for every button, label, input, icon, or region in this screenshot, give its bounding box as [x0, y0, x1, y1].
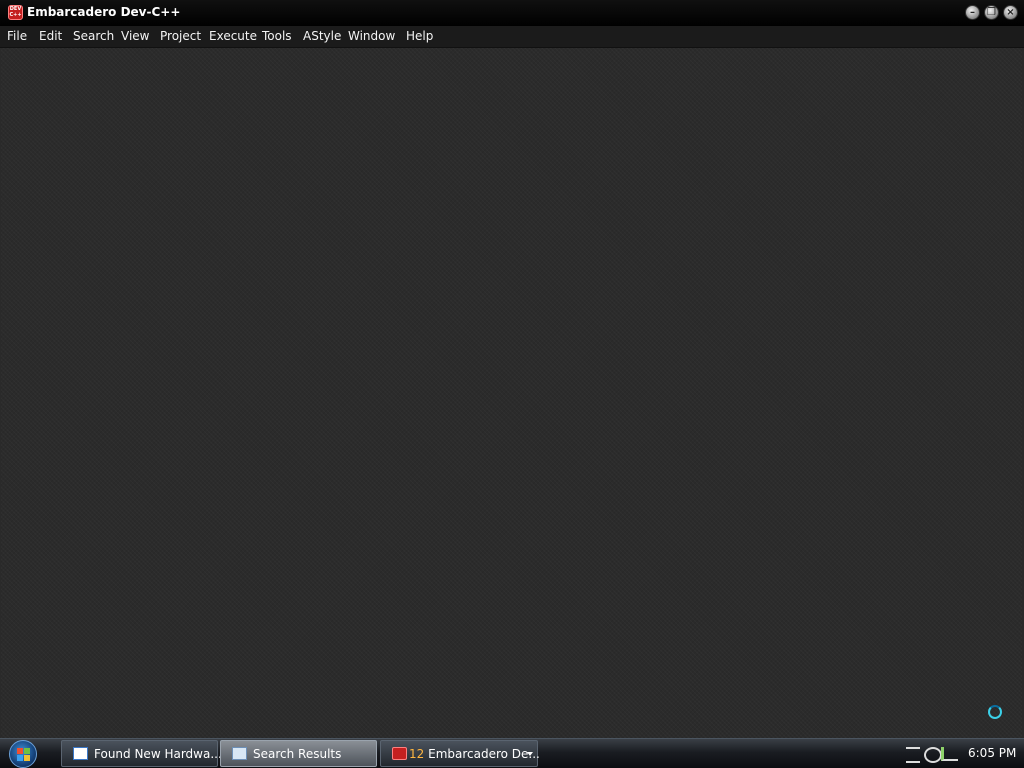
menu-file[interactable]: File [7, 29, 27, 43]
search-results-icon [232, 747, 247, 760]
menu-edit[interactable]: Edit [39, 29, 62, 43]
taskbar-found-new-hardware[interactable]: Found New Hardwa... [61, 740, 222, 767]
taskbar-label: Found New Hardwa... [94, 747, 222, 761]
start-logo-green [24, 748, 30, 754]
menu-help[interactable]: Help [406, 29, 433, 43]
busy-cursor-icon [988, 705, 1002, 719]
network-icon[interactable] [906, 747, 920, 763]
taskbar-label: 12 Embarcadero De... [409, 747, 540, 761]
volume-icon[interactable] [924, 747, 942, 763]
menu-project[interactable]: Project [160, 29, 201, 43]
menu-window[interactable]: Window [348, 29, 395, 43]
start-logo-yellow [24, 755, 30, 761]
taskbar-clock[interactable]: 6:05 PM [968, 746, 1016, 760]
taskbar-label: Search Results [253, 747, 342, 761]
minimize-button[interactable]: – [965, 5, 980, 20]
menu-astyle[interactable]: AStyle [303, 29, 341, 43]
devcpp-icon [392, 747, 407, 760]
start-logo-blue [17, 755, 23, 761]
minimize-icon: – [970, 7, 975, 18]
sync-icon[interactable] [941, 747, 958, 761]
menu-execute[interactable]: Execute [209, 29, 257, 43]
windows-start-orb-icon[interactable] [9, 740, 37, 768]
menu-view[interactable]: View [121, 29, 149, 43]
start-logo-red [17, 748, 23, 754]
restore-icon: ❐ [987, 7, 996, 18]
window-icon [73, 747, 88, 760]
menu-bar: File Edit Search View Project Execute To… [0, 26, 1024, 48]
restore-button[interactable]: ❐ [984, 5, 999, 20]
taskbar-embarcadero-label: Embarcadero De... [428, 747, 540, 761]
taskbar: Found New Hardwa... Search Results 12 Em… [0, 738, 1024, 768]
menu-search[interactable]: Search [73, 29, 114, 43]
taskbar-search-results[interactable]: Search Results [220, 740, 377, 767]
devcpp-app-icon[interactable]: DEV C++ [8, 5, 23, 20]
window-count: 12 [409, 747, 425, 761]
close-icon: × [1006, 7, 1015, 18]
editor-workspace[interactable] [1, 48, 1022, 738]
window-title: Embarcadero Dev-C++ [27, 5, 181, 19]
app-window: DEV C++ Embarcadero Dev-C++ – ❐ × File E… [0, 0, 1024, 738]
group-menu-arrow-icon[interactable] [527, 752, 533, 756]
title-bar[interactable]: DEV C++ Embarcadero Dev-C++ – ❐ × [0, 0, 1024, 26]
close-button[interactable]: × [1003, 5, 1018, 20]
menu-tools[interactable]: Tools [262, 29, 292, 43]
taskbar-embarcadero[interactable]: 12 Embarcadero De... [380, 740, 540, 767]
